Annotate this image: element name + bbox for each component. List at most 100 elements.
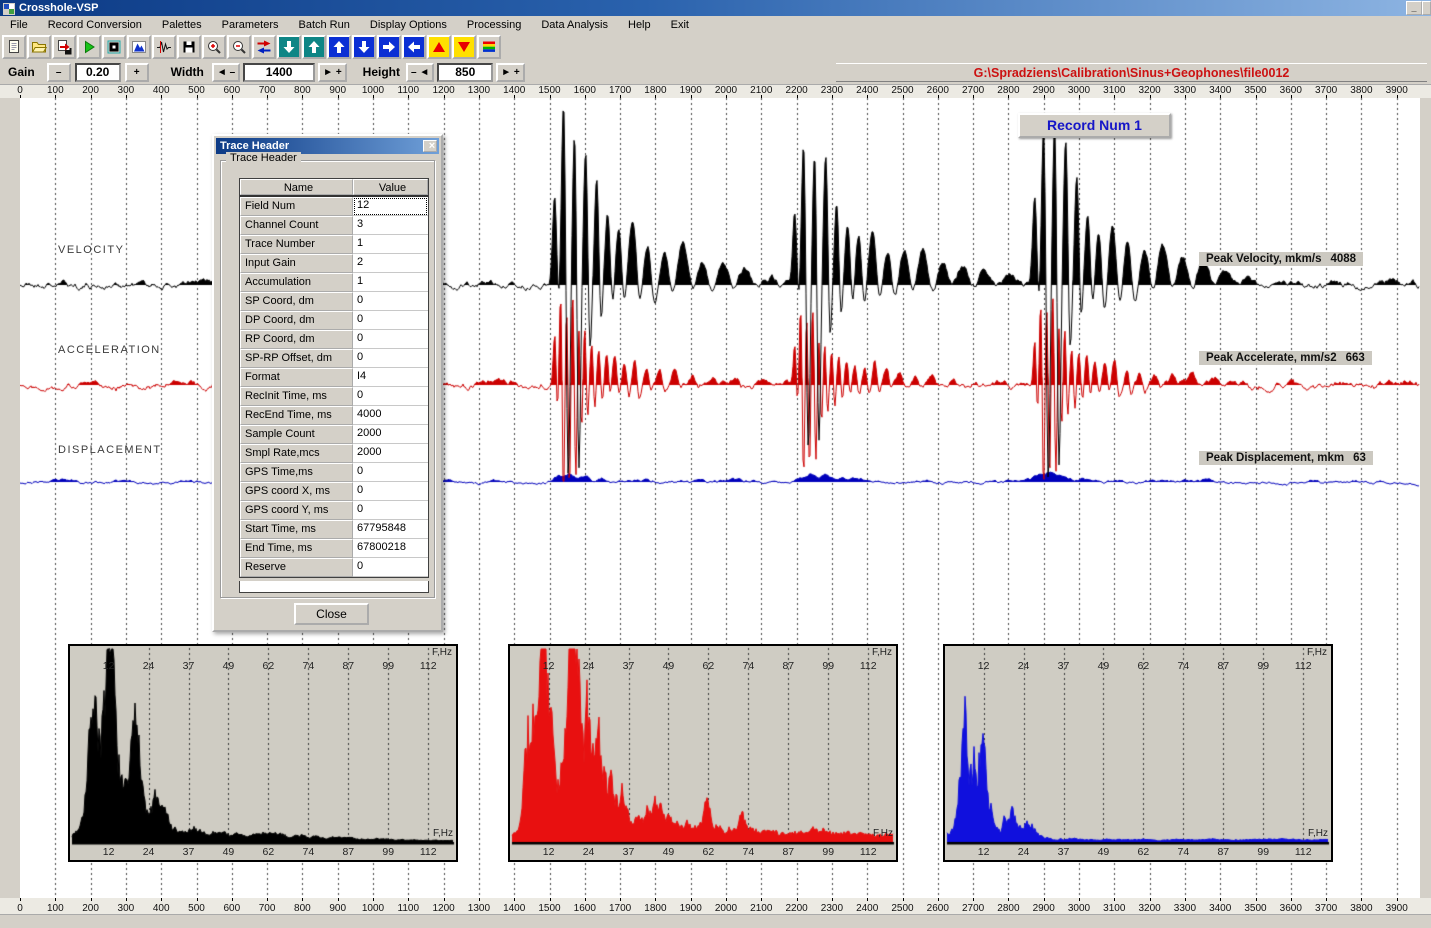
width-decrease-button[interactable]: ◄ – bbox=[212, 63, 240, 82]
gain-increase-button[interactable]: + bbox=[125, 63, 149, 82]
menu-item-record-conversion[interactable]: Record Conversion bbox=[38, 18, 152, 32]
menu-item-help[interactable]: Help bbox=[618, 18, 661, 32]
toolbar-button-open-file[interactable] bbox=[27, 35, 51, 59]
field-value-cell[interactable]: 0 bbox=[353, 482, 428, 501]
field-value-cell[interactable]: 0 bbox=[353, 387, 428, 406]
ruler-tick bbox=[126, 898, 127, 901]
field-name-cell: Format bbox=[240, 368, 353, 387]
menu-item-exit[interactable]: Exit bbox=[661, 18, 699, 32]
menu-item-palettes[interactable]: Palettes bbox=[152, 18, 212, 32]
menu-item-batch-run[interactable]: Batch Run bbox=[289, 18, 360, 32]
ruler-label: 2800 bbox=[997, 903, 1019, 914]
zoom-out-icon bbox=[231, 39, 247, 55]
toolbar-button-move-down[interactable] bbox=[352, 35, 376, 59]
ruler-label: 200 bbox=[82, 903, 99, 914]
toolbar-button-swap-arrows[interactable] bbox=[252, 35, 276, 59]
toolbar-button-scroll-up[interactable] bbox=[302, 35, 326, 59]
field-value-cell[interactable]: 0 bbox=[353, 330, 428, 349]
toolbar-button-waveform[interactable] bbox=[152, 35, 176, 59]
ruler-tick bbox=[91, 898, 92, 901]
toolbar-button-zoom-out[interactable] bbox=[227, 35, 251, 59]
field-value-cell[interactable]: 3 bbox=[353, 216, 428, 235]
freq-tick-label: 87 bbox=[342, 846, 354, 858]
ruler-tick bbox=[1256, 898, 1257, 901]
width-increase-button[interactable]: ► + bbox=[318, 63, 347, 82]
menu-item-parameters[interactable]: Parameters bbox=[212, 18, 289, 32]
field-value-cell[interactable]: 1 bbox=[353, 273, 428, 292]
height-increase-button[interactable]: ► + bbox=[496, 63, 525, 82]
menu-item-data-analysis[interactable]: Data Analysis bbox=[531, 18, 618, 32]
field-value-cell[interactable]: 0 bbox=[353, 558, 428, 577]
freq-tick-label: 99 bbox=[822, 660, 834, 672]
table-row: Channel Count3 bbox=[240, 216, 428, 235]
field-value-cell[interactable]: 0 bbox=[353, 311, 428, 330]
field-value-cell[interactable]: 0 bbox=[353, 349, 428, 368]
field-value-cell[interactable]: 67795848 bbox=[353, 520, 428, 539]
menu-item-processing[interactable]: Processing bbox=[457, 18, 531, 32]
peak-acceleration-label: Peak Accelerate, mm/s2663 bbox=[1199, 351, 1372, 365]
gain-value-field[interactable]: 0.20 bbox=[75, 63, 121, 82]
toolbar-button-play[interactable] bbox=[77, 35, 101, 59]
move-right-icon bbox=[381, 39, 397, 55]
field-value-cell[interactable]: 12 bbox=[353, 197, 428, 216]
ruler-tick bbox=[1185, 898, 1186, 901]
menu-item-display-options[interactable]: Display Options bbox=[360, 18, 457, 32]
ruler-tick bbox=[1079, 898, 1080, 901]
freq-tick-label: 62 bbox=[1138, 660, 1150, 672]
ruler-label: 3300 bbox=[1174, 903, 1196, 914]
toolbar-button-palette[interactable] bbox=[477, 35, 501, 59]
ruler-label: 500 bbox=[188, 903, 205, 914]
toolbar-button-move-up[interactable] bbox=[327, 35, 351, 59]
table-filler bbox=[239, 581, 429, 593]
width-value-field[interactable]: 1400 bbox=[243, 63, 315, 82]
toolbar-button-move-right[interactable] bbox=[377, 35, 401, 59]
field-value-cell[interactable]: 1 bbox=[353, 235, 428, 254]
minimize-button[interactable]: _ bbox=[1406, 1, 1422, 15]
toolbar-button-stop[interactable] bbox=[102, 35, 126, 59]
toolbar-button-save[interactable] bbox=[177, 35, 201, 59]
toolbar-button-zoom-in[interactable] bbox=[202, 35, 226, 59]
close-button[interactable]: Close bbox=[294, 603, 369, 625]
table-row: DP Coord, dm0 bbox=[240, 311, 428, 330]
field-name-cell: DP Coord, dm bbox=[240, 311, 353, 330]
field-value-cell[interactable]: 0 bbox=[353, 501, 428, 520]
toolbar-button-move-left[interactable] bbox=[402, 35, 426, 59]
freq-axis-label-top: F,Hz bbox=[872, 647, 892, 658]
freq-tick-label: 87 bbox=[1217, 846, 1229, 858]
toolbar-button-scroll-down[interactable] bbox=[277, 35, 301, 59]
field-value-cell[interactable]: 2000 bbox=[353, 444, 428, 463]
field-value-cell[interactable]: 0 bbox=[353, 463, 428, 482]
ruler-tick bbox=[903, 898, 904, 901]
dialog-close-button[interactable]: × bbox=[423, 140, 437, 152]
title-bar: Crosshole-VSP _ bbox=[0, 0, 1431, 16]
field-name-cell: Accumulation bbox=[240, 273, 353, 292]
record-num-button[interactable]: Record Num 1 bbox=[1018, 113, 1171, 138]
freq-tick-label: 74 bbox=[303, 846, 315, 858]
field-value-cell[interactable]: 4000 bbox=[353, 406, 428, 425]
field-value-cell[interactable]: I4 bbox=[353, 368, 428, 387]
field-value-cell[interactable]: 2 bbox=[353, 254, 428, 273]
freq-tick-label: 49 bbox=[223, 846, 235, 858]
toolbar-button-peaks[interactable] bbox=[127, 35, 151, 59]
freq-tick-label: 62 bbox=[263, 660, 275, 672]
maximize-button[interactable] bbox=[1422, 1, 1431, 15]
height-value-field[interactable]: 850 bbox=[437, 63, 493, 82]
freq-tick-label: 62 bbox=[263, 846, 275, 858]
freq-tick-label: 12 bbox=[978, 846, 990, 858]
toolbar-button-amplitude-down[interactable] bbox=[452, 35, 476, 59]
new-record-icon bbox=[6, 39, 22, 55]
peak-acceleration-value: 663 bbox=[1346, 352, 1365, 364]
field-value-cell[interactable]: 2000 bbox=[353, 425, 428, 444]
menu-item-file[interactable]: File bbox=[0, 18, 38, 32]
gain-decrease-button[interactable]: – bbox=[47, 63, 71, 82]
field-value-cell[interactable]: 0 bbox=[353, 292, 428, 311]
freq-tick-label: 49 bbox=[1098, 660, 1110, 672]
height-decrease-button[interactable]: – ◄ bbox=[406, 63, 434, 82]
toolbar-button-amplitude-up[interactable] bbox=[427, 35, 451, 59]
ruler-label: 1300 bbox=[468, 903, 490, 914]
ruler-tick bbox=[408, 898, 409, 901]
field-value-cell[interactable]: 67800218 bbox=[353, 539, 428, 558]
close-icon: × bbox=[429, 140, 435, 152]
toolbar-button-convert-save[interactable] bbox=[52, 35, 76, 59]
toolbar-button-new-record[interactable] bbox=[2, 35, 26, 59]
